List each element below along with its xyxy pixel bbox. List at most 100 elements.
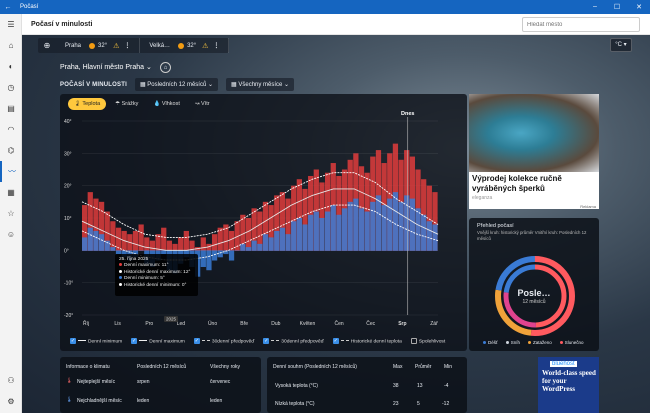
min-temp-bar [228, 250, 235, 261]
climate-col2: Všechny roky [210, 364, 241, 370]
sun-icon [178, 42, 185, 49]
add-location-icon[interactable]: ⊕ [38, 41, 56, 50]
climate-row-label: Nejchladnější měsíc [77, 398, 122, 404]
smile-icon[interactable]: ☺ [0, 224, 22, 245]
x-tick-label: Úno [208, 320, 217, 327]
min-temp-bar [319, 218, 325, 251]
x-tick-label: Bře [240, 321, 248, 327]
tab-wind[interactable]: ↝ Vítr [189, 98, 216, 110]
ad-source: eleganza [472, 195, 493, 201]
sidebar: ☰ ⌂ ◐ ◷ ▤ ◠ ⌬ 〰 ▦ ☆ ☺ ⚇ ⚙ [0, 14, 22, 413]
min-temp-bar [375, 195, 382, 251]
legend-item[interactable]: ✓ 30denní předpověď [193, 337, 254, 344]
weather-overview-card: Přehled počasí Vnější kruh: historický p… [469, 218, 599, 351]
search-input[interactable] [522, 17, 640, 32]
summary-row-max: 38 [393, 383, 399, 389]
x-tick-label: Srp [398, 321, 406, 327]
year-marker: 2025 [166, 317, 177, 322]
climate-title: Informace o klimatu [66, 364, 110, 370]
min-temp-bar [274, 230, 280, 251]
history-clock-icon[interactable]: ◷ [0, 77, 22, 98]
forecast-icon[interactable]: ◐ [0, 56, 22, 77]
checkbox-icon: ✓ [70, 337, 76, 344]
climate-row-v2: leden [210, 398, 223, 404]
min-temp-bar [330, 205, 336, 251]
radar-icon[interactable]: ◠ [0, 119, 22, 140]
tooltip-row: Historické denní minimum: 0° [119, 282, 194, 289]
account-icon[interactable]: ⚇ [0, 370, 22, 391]
close-button[interactable]: ✕ [628, 3, 650, 11]
home-location-icon[interactable]: ⌂ [160, 62, 171, 73]
place-selector[interactable]: Praha, Hlavní město Praha ⌄ [60, 63, 152, 71]
checkbox-icon: ✓ [131, 337, 138, 344]
overview-center-sub: 12 měsíců [522, 299, 546, 305]
jewelry-ad[interactable]: Výprodej kolekce ručně vyráběných šperků… [469, 94, 599, 209]
window-titlebar: ← Počasí – ☐ ✕ [0, 0, 650, 14]
minimize-button[interactable]: – [584, 3, 606, 11]
tab-precipitation[interactable]: ☂ Srážky [109, 98, 144, 110]
more-icon[interactable]: ⋮ [124, 42, 130, 49]
y-tick-label: -20° [64, 313, 73, 319]
y-tick-label: 10° [64, 216, 72, 222]
settings-icon[interactable]: ⚙ [0, 391, 22, 412]
min-temp-bar [291, 221, 297, 251]
thermometer-cold-icon: 🌡 [66, 397, 73, 403]
summary-row-label: Vysoká teplota (°C) [275, 383, 318, 389]
home-icon[interactable]: ⌂ [0, 35, 22, 56]
legend-item[interactable]: ✓ Denní minimum [70, 337, 122, 344]
legend-snow: Sníh [505, 340, 520, 345]
max-temp-bar [161, 227, 167, 251]
ad-headline[interactable]: World-class speed for your WordPress [542, 369, 597, 393]
tab-humidity[interactable]: 💧 Vlhkost [147, 98, 185, 110]
months-dropdown[interactable]: ▦ Všechny měsíce ⌄ [226, 78, 295, 91]
period-dropdown[interactable]: ▦ Posledních 12 měsíců ⌄ [134, 78, 219, 91]
favorites-icon[interactable]: ☆ [0, 203, 22, 224]
y-tick-label: -10° [64, 281, 73, 287]
legend-sunny: Slunečno [559, 340, 584, 345]
summary-row-avg: 13 [417, 383, 423, 389]
min-temp-bar [381, 205, 387, 251]
ad-headline[interactable]: Výprodej kolekce ručně vyráběných šperků [472, 174, 596, 193]
summary-title: Denní souhrn (Posledních 12 měsíců) [273, 364, 357, 370]
legend-item[interactable]: ✓ Denní maximum [131, 337, 185, 344]
min-temp-bar [358, 208, 365, 251]
unit-toggle[interactable]: °C ▾ [610, 38, 632, 52]
min-temp-bar [421, 214, 427, 251]
calendar-icon[interactable]: ▦ [0, 182, 22, 203]
temperature-chart[interactable]: 40° 30° 20° 10° 0° -10° -20° Říj Lis Pro Led Úno Bře… [60, 94, 467, 351]
min-temp-bar [341, 208, 348, 251]
bluehost-ad[interactable]: bluehost World-class speed for your Word… [538, 357, 599, 413]
climate-col1: Posledních 12 měsíců [137, 364, 187, 370]
metric-tabs: 🌡 Teplota ☂ Srážky 💧 Vlhkost ↝ Vítr [68, 98, 216, 110]
location-chip-velka[interactable]: Velká… 32° ⚠ ⋮ [140, 38, 230, 53]
max-temp-bar [245, 218, 252, 251]
min-temp-bar [251, 240, 257, 251]
min-temp-bar [87, 227, 93, 251]
more-icon[interactable]: ⋮ [213, 42, 219, 49]
legend-cloudy: Zataženo [527, 340, 552, 345]
max-temp-bar [200, 237, 206, 251]
max-temp-bar [211, 234, 218, 251]
min-temp-bar [432, 224, 438, 251]
ad-brand: bluehost [550, 361, 577, 367]
news-icon[interactable]: ▤ [0, 98, 22, 119]
legend-item[interactable]: Spolehlivost [410, 337, 445, 344]
menu-icon[interactable]: ☰ [0, 14, 22, 35]
summary-col-max: Max [393, 364, 403, 370]
back-icon[interactable]: ← [0, 4, 16, 11]
summary-col-avg: Průměr [415, 364, 432, 370]
tab-temperature[interactable]: 🌡 Teplota [68, 98, 107, 110]
trend-icon[interactable]: 〰 [0, 161, 22, 182]
legend-item[interactable]: ✓ 30denní předpověď [263, 337, 324, 344]
location-chip-praha[interactable]: Praha 32° ⚠ ⋮ [56, 38, 141, 53]
warning-icon[interactable]: ⚠ [113, 42, 119, 50]
legend-item[interactable]: ✓ Historické denní teplota [332, 337, 402, 344]
max-temp-bar [149, 240, 156, 251]
min-temp-bar [285, 234, 291, 251]
min-temp-bar [93, 230, 99, 251]
checkbox-icon: ✓ [263, 337, 270, 344]
maximize-button[interactable]: ☐ [606, 3, 628, 11]
today-label: Dnes [401, 111, 414, 117]
map-icon[interactable]: ⌬ [0, 140, 22, 161]
warning-icon[interactable]: ⚠ [202, 42, 208, 50]
